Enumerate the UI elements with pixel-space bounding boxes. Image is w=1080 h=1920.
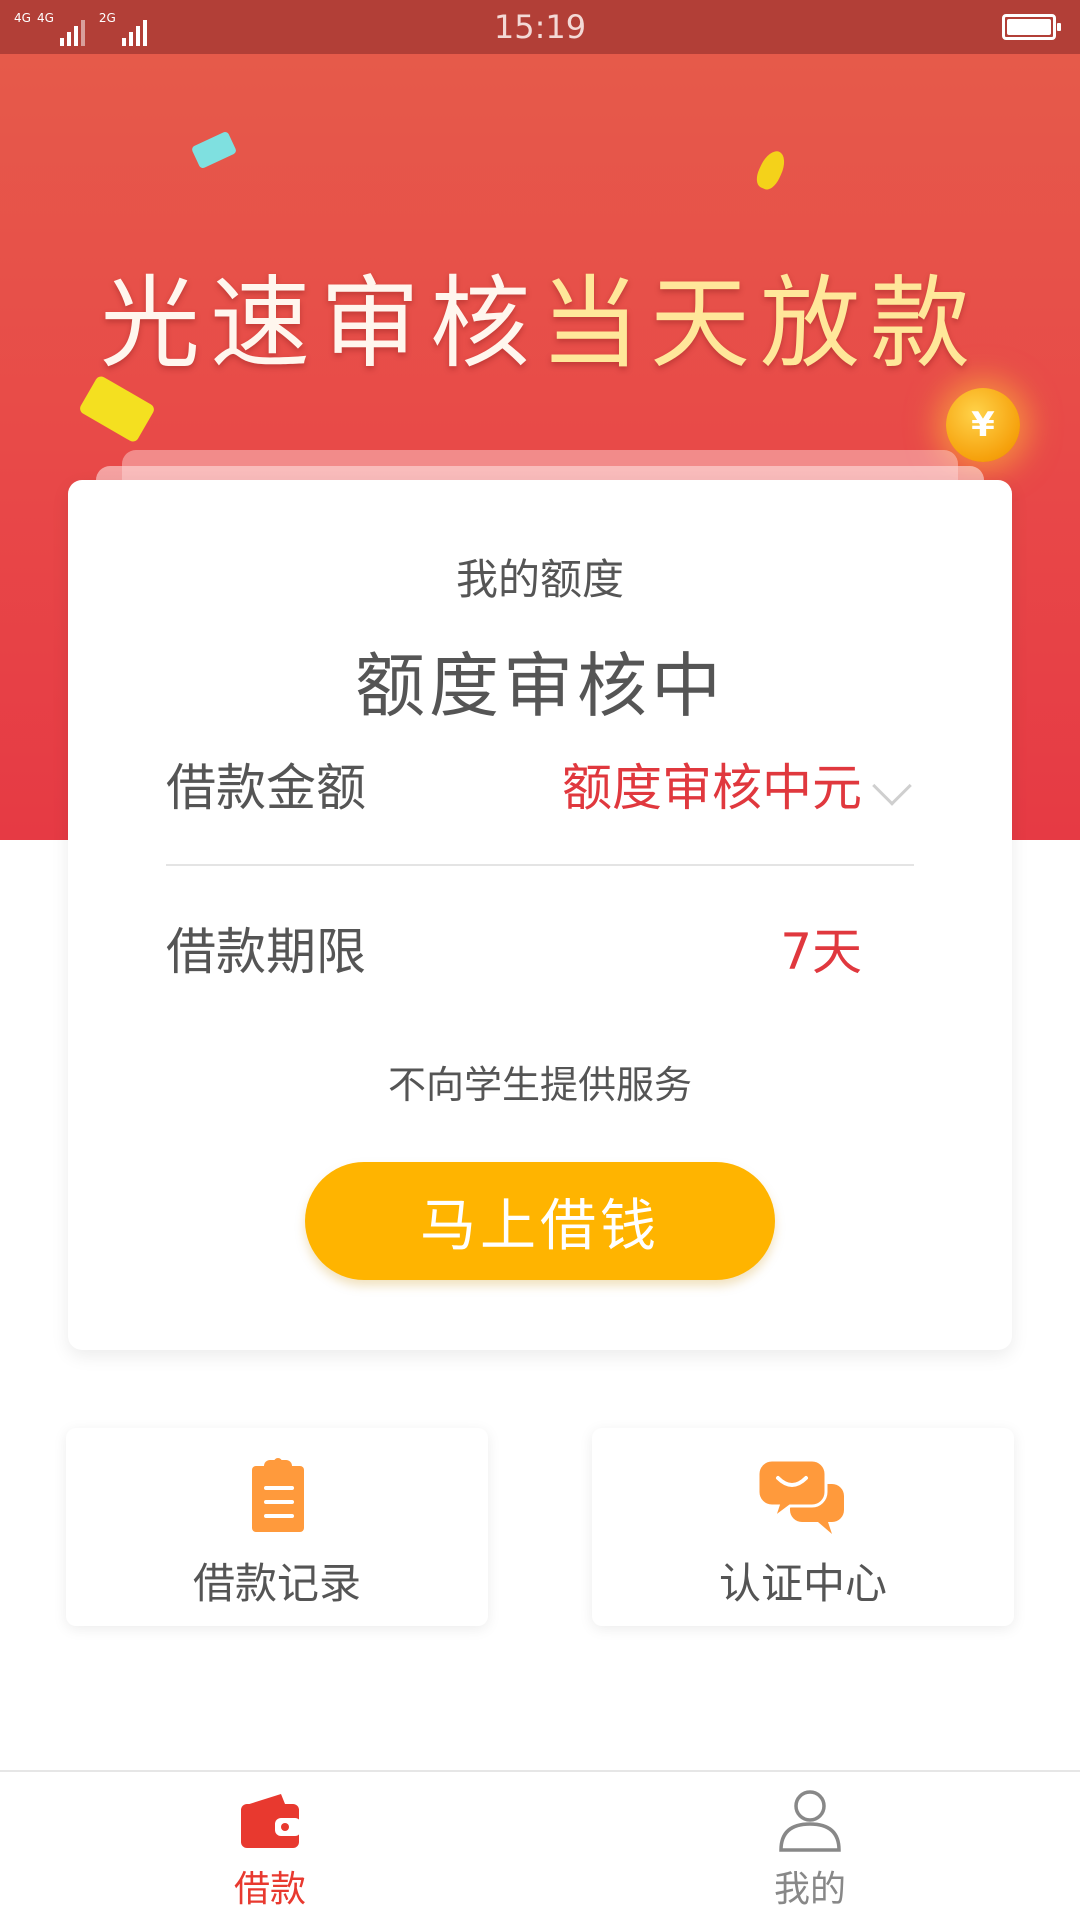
nav-item-loan[interactable]: 借款 — [0, 1772, 540, 1920]
verification-center-tile[interactable]: 认证中心 — [592, 1428, 1014, 1626]
banner-title-part-2: 当天放款 — [540, 265, 980, 382]
chevron-down-icon[interactable] — [872, 766, 912, 806]
borrow-now-button[interactable]: 马上借钱 — [305, 1162, 775, 1280]
divider — [166, 864, 914, 866]
nav-item-mine[interactable]: 我的 — [540, 1772, 1080, 1920]
loan-term-label: 借款期限 — [166, 923, 366, 981]
verification-center-label: 认证中心 — [718, 1559, 887, 1608]
loan-records-label: 借款记录 — [192, 1559, 361, 1608]
status-bar: 4G 4G 2G 15:19 — [0, 0, 1080, 54]
quota-label: 我的额度 — [455, 555, 624, 604]
nav-label-mine: 我的 — [773, 1869, 846, 1910]
chat-bubbles-icon — [758, 1458, 844, 1534]
battery-icon — [1002, 14, 1061, 40]
loan-amount-label: 借款金额 — [166, 759, 366, 817]
loan-amount-selector[interactable]: 额度审核中元 — [562, 748, 862, 820]
loan-term-value: 7天 — [780, 923, 862, 981]
loan-records-tile[interactable]: 借款记录 — [66, 1428, 488, 1626]
wallet-icon — [241, 1794, 301, 1848]
bottom-nav: 借款 我的 — [0, 1770, 1080, 1920]
banner-title: 光速审核当天放款 — [0, 242, 1080, 387]
status-time: 15:19 — [493, 8, 587, 46]
nav-label-loan: 借款 — [233, 1869, 306, 1910]
confetti-decoration — [752, 147, 790, 193]
banner-title-part-1: 光速审核 — [100, 265, 540, 382]
quota-card: 我的额度 额度审核中 借款金额 额度审核中元 借款期限 7天 不向学生提供服务 … — [68, 480, 1012, 1350]
clipboard-icon — [252, 1458, 304, 1532]
coin-icon: ¥ — [946, 388, 1020, 462]
student-notice: 不向学生提供服务 — [387, 1063, 692, 1107]
confetti-decoration — [190, 130, 238, 170]
user-icon — [779, 1790, 841, 1852]
quota-status: 额度审核中 — [355, 645, 725, 727]
